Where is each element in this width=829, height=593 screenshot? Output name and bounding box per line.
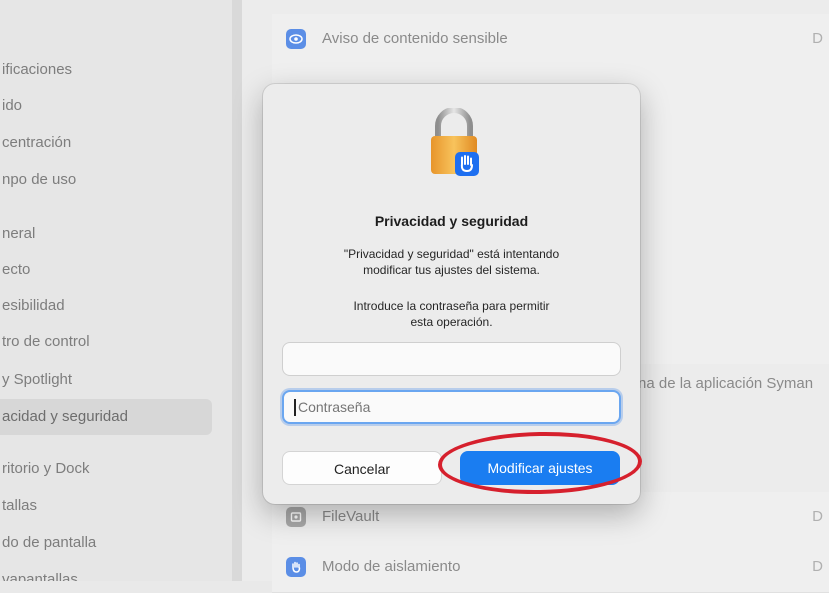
sidebar-item-sonido[interactable]: ido [0, 88, 22, 124]
lock-icon [431, 108, 479, 176]
row-value: D [812, 558, 823, 575]
sidebar-item-accesibilidad[interactable]: esibilidad [0, 288, 65, 324]
sidebar-divider[interactable] [232, 0, 242, 581]
row-label: Modo de aislamiento [322, 558, 461, 575]
text-caret [294, 399, 296, 416]
hand-icon [286, 557, 306, 577]
partial-row-text: na de la aplicación Syman [638, 375, 814, 392]
sidebar-item-fondo-de-pantalla[interactable]: do de pantalla [0, 525, 96, 561]
sidebar-item-privacidad-seguridad[interactable]: acidad y seguridad [0, 399, 212, 435]
sidebar-item-general[interactable]: neral [0, 216, 35, 252]
sidebar-item-aspecto[interactable]: ecto [0, 252, 30, 288]
sidebar-item-centro-de-control[interactable]: tro de control [0, 324, 90, 360]
row-aviso-contenido-sensible[interactable]: Aviso de contenido sensible D [272, 14, 829, 65]
sidebar-item-concentracion[interactable]: centración [0, 125, 71, 161]
username-field[interactable] [282, 342, 621, 376]
sidebar-item-salvapantallas[interactable]: vapantallas [0, 562, 78, 581]
eye-icon [286, 29, 306, 49]
dialog-prompt: Introduce la contraseña para permitir es… [293, 298, 610, 330]
prompt-line-2: esta operación. [410, 315, 493, 329]
sidebar-item-siri-spotlight[interactable]: y Spotlight [0, 362, 72, 398]
cancel-button[interactable]: Cancelar [282, 451, 442, 485]
message-line-1: "Privacidad y seguridad" está intentando [343, 247, 560, 261]
row-value: D [812, 508, 823, 525]
modify-settings-button[interactable]: Modificar ajustes [460, 451, 620, 485]
house-safe-icon [286, 507, 306, 527]
sidebar-item-escritorio-dock[interactable]: ritorio y Dock [0, 451, 90, 487]
message-line-2: modificar tus ajustes del sistema. [363, 263, 540, 277]
row-value: D [812, 30, 823, 47]
dialog-message: "Privacidad y seguridad" está intentando… [293, 246, 610, 278]
row-label: Aviso de contenido sensible [322, 30, 508, 47]
sidebar-item-tiempo-de-uso[interactable]: npo de uso [0, 162, 76, 198]
password-field[interactable] [282, 390, 621, 424]
authentication-dialog: Privacidad y seguridad "Privacidad y seg… [263, 84, 640, 504]
row-modo-aislamiento[interactable]: Modo de aislamiento D [272, 542, 829, 593]
sidebar-item-pantallas[interactable]: tallas [0, 488, 37, 524]
prompt-line-1: Introduce la contraseña para permitir [353, 299, 550, 313]
sidebar-item-notificaciones[interactable]: ificaciones [0, 52, 72, 88]
sidebar: ificaciones ido centración npo de uso ne… [0, 0, 232, 581]
dialog-title: Privacidad y seguridad [374, 213, 529, 229]
